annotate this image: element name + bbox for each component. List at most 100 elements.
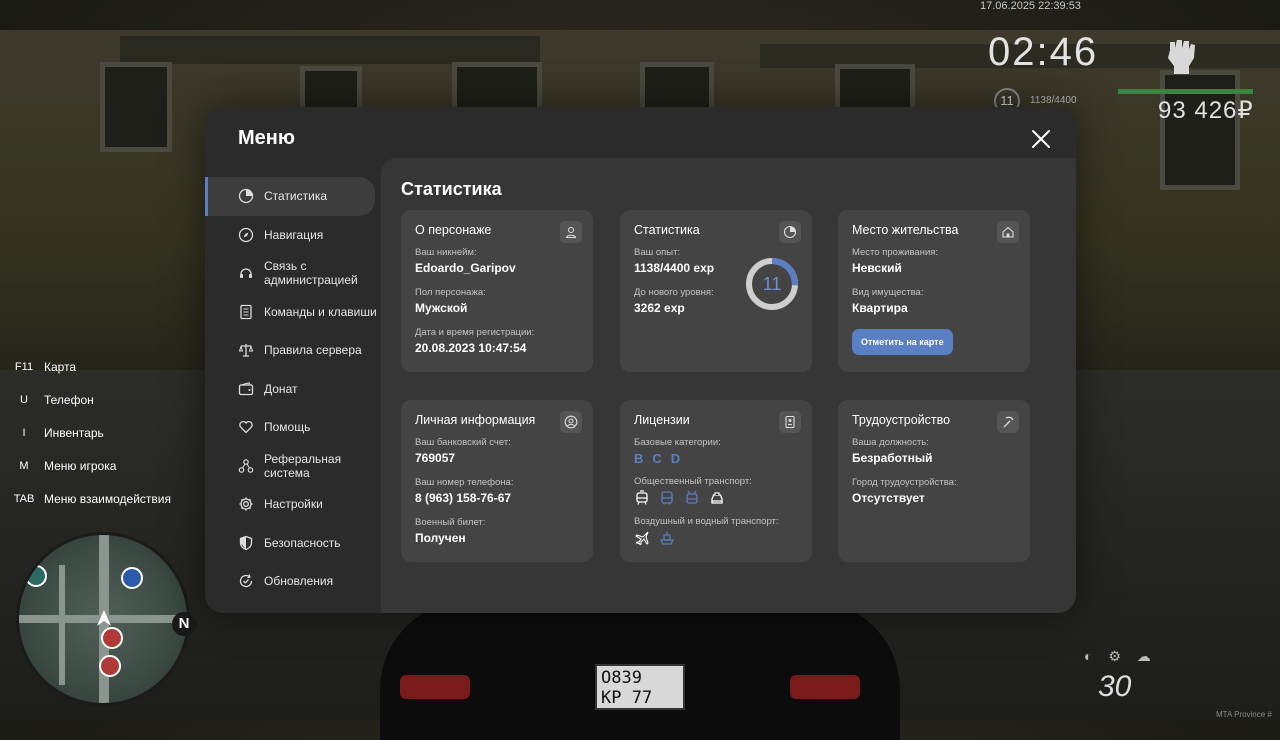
sidebar-item-rules[interactable]: Правила сервера [205,331,381,370]
health-bar [1118,89,1253,94]
sidebar-item-updates[interactable]: Обновления [205,562,381,601]
trolleybus-icon [686,490,698,504]
money-display: 93 426₽ [1158,97,1254,124]
card-title: Личная информация [415,413,536,427]
car-taillight [790,675,860,699]
map-road [59,565,65,685]
user-circle-icon [560,411,582,433]
keybind-label: Карта [44,359,77,374]
air-water-licenses [634,530,798,546]
field-label: Пол персонажа: [415,287,486,298]
sidebar-item-settings[interactable]: Настройки [205,485,381,524]
field-label: Место проживания: [852,247,939,258]
scales-icon [238,344,254,357]
sidebar-item-label: Команды и клавиши [264,304,377,319]
sidebar-item-statistics[interactable]: Статистика [205,177,375,216]
field-label: Военный билет: [415,517,486,528]
menu-sidebar: Статистика Навигация Связь с администрац… [205,177,381,601]
keybind-label: Телефон [44,392,94,407]
job-position-value: Безработный [852,451,933,465]
hud-exp-text: 1138/4400 [1030,95,1077,106]
close-icon[interactable] [1029,127,1053,151]
sidebar-item-donate[interactable]: Донат [205,370,381,409]
property-type-value: Квартира [852,301,908,315]
phone-number-value: 8 (963) 158-76-67 [415,491,512,505]
registration-date-value: 20.08.2023 10:47:54 [415,341,527,355]
card-title: Статистика [634,223,700,237]
fist-icon [1168,40,1195,74]
home-icon [997,221,1019,243]
license-category: B [634,451,644,466]
key-cap: U [20,393,28,406]
plate-number: О839 [601,668,642,688]
document-icon [240,304,252,319]
keybind-row: M Меню игрока [12,449,171,482]
sidebar-item-help[interactable]: Помощь [205,408,381,447]
id-card-icon [779,411,801,433]
public-transport-licenses [634,490,798,506]
sidebar-item-security[interactable]: Безопасность [205,524,381,563]
card-licenses: Лицензии Базовые категории: B C D Общест… [620,400,812,562]
bus-stop-marker-icon [121,567,143,589]
card-personal-info: Личная информация Ваш банковский счет: 7… [401,400,593,562]
sidebar-item-label: Правила сервера [264,343,362,358]
pie-chart-icon [779,221,801,243]
card-employment: Трудоустройство Ваша должность: Безработ… [838,400,1030,562]
field-label: Ваш номер телефона: [415,477,514,488]
license-category: D [670,451,681,466]
field-label: Общественный транспорт: [634,476,752,487]
license-plate: О839 КР 77 [595,664,685,710]
license-category: C [652,451,662,466]
network-icon [238,458,254,473]
server-watermark: MTA Province # [1216,710,1272,719]
vehicle-status-icons: ◐ ⚙ ☁ [1084,648,1157,664]
keybind-label: Меню игрока [44,458,117,473]
sidebar-item-referral[interactable]: Реферальная система [205,447,381,486]
keybind-row: U Телефон [12,383,171,416]
player-arrow-icon [97,610,111,626]
user-icon [560,221,582,243]
field-label: Воздушный и водный транспорт: [634,516,779,527]
sidebar-item-admin-contact[interactable]: Связь с администрацией [205,254,381,293]
boat-icon [660,532,674,545]
gender-value: Мужской [415,301,468,315]
sidebar-item-label: Настройки [264,497,323,512]
shield-icon [239,535,253,550]
card-title: Трудоустройство [852,413,951,427]
headset-icon [240,268,252,279]
speed-value: 30 [1098,670,1132,703]
sidebar-item-navigation[interactable]: Навигация [205,216,381,255]
card-residence: Место жительства Место проживания: Невск… [838,210,1030,372]
game-clock: 02:46 [988,30,1099,74]
speedometer: ◐ ⚙ ☁ 30 [1084,648,1157,703]
shop-marker-icon [101,627,123,649]
minimap[interactable] [16,532,190,706]
plate-region: КР 77 [601,688,653,708]
bank-account-value: 769057 [415,451,456,465]
sidebar-item-label: Статистика [264,189,328,204]
card-statistics: Статистика Ваш опыт: 1138/4400 exp До но… [620,210,812,372]
gear-icon [239,497,253,511]
sidebar-item-commands[interactable]: Команды и клавиши [205,293,381,332]
mark-on-map-button[interactable]: Отметить на карте [852,329,953,355]
level-progress-ring: 11 [744,256,800,312]
sidebar-item-label: Безопасность [264,535,341,550]
refresh-check-icon [239,574,253,588]
compass-north: N [172,612,196,636]
military-id-value: Получен [415,531,466,545]
level-value: 11 [762,274,782,294]
airplane-icon [635,531,649,546]
residence-value: Невский [852,261,902,275]
field-label: Вид имущества: [852,287,924,298]
building-window [1160,70,1240,190]
keybind-label: Инвентарь [44,425,104,440]
tram-icon [636,490,648,505]
field-label: Базовые категории: [634,437,721,448]
field-label: Ваш никнейм: [415,247,477,258]
pickaxe-icon [997,411,1019,433]
car-taillight [400,675,470,699]
field-label: Город трудоустройства: [852,477,957,488]
section-title: Статистика [401,179,502,199]
map-marker-icon [25,565,47,587]
card-title: Место жительства [852,223,959,237]
